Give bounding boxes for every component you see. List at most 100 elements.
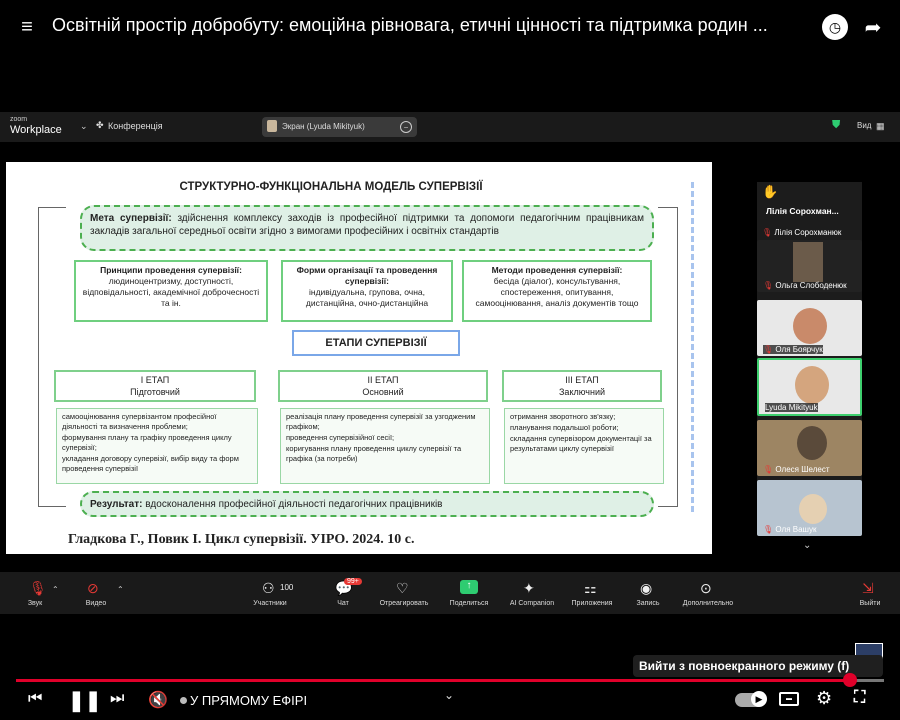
record-icon[interactable]: ◉ [640,580,652,597]
participants-button[interactable]: Участники [245,600,295,607]
principles-box: Принципи проведення супервізії: людиноце… [74,260,268,322]
participant-tile[interactable]: 🎙 Олеся Шелест [757,420,862,476]
result-box: Результат: вдосконалення професійної дія… [80,491,654,517]
participant-name: 🎙 Оля Боярчук [763,345,823,354]
share-screen-icon[interactable]: ↑ [460,580,478,594]
chat-button[interactable]: Чат [325,600,361,607]
citation: Гладкова Г., Повик І. Цикл супервізії. У… [68,532,415,547]
heart-icon[interactable]: ♡ [396,580,409,597]
participant-video [797,426,827,460]
chevron-up-icon[interactable]: ⌃ [117,585,124,594]
play-icon: ▶ [751,691,767,707]
leave-icon[interactable]: ⇲ [862,580,874,597]
result-text: вдосконалення професійної діяльності пед… [145,499,443,510]
mute-icon[interactable]: 🔇 [148,690,168,710]
participant-name: 🎙 Ольга Слободенюк [763,281,847,290]
muted-mic-icon: 🎙 [762,228,773,237]
react-button[interactable]: Отреагировать [372,600,436,607]
conference-icon: ✤ [96,120,104,130]
methods-title: Методи проведення супервізії: [491,265,623,275]
video-off-icon[interactable]: ⊘ [87,580,99,597]
list-item: реалізація плану проведення супервізії з… [286,412,476,431]
list-item: укладання договору супервізії, вибір вид… [62,454,239,473]
raised-hand-icon: ✋ [762,184,779,199]
participants-icon[interactable]: ⚇ [262,580,275,597]
progress-bar[interactable] [16,679,856,682]
more-button[interactable]: Дополнительно [676,600,740,607]
captions-icon[interactable]: ▬ [779,692,799,706]
live-dot [180,697,187,704]
forms-box: Форми організації та проведення супервіз… [281,260,453,322]
host-tile-name: Лілія Сорохман... [766,206,839,216]
view-label[interactable]: Вид [857,121,871,130]
playlist-menu-icon[interactable]: ≡ [14,14,40,40]
previous-icon[interactable]: ⏮ [28,690,42,708]
apps-button[interactable]: Приложения [566,600,618,607]
methods-box: Методи проведення супервізії: бесіда (ді… [462,260,652,322]
participant-tile-active[interactable]: Lyuda Mikityuk [757,358,862,416]
result-label: Результат: [90,499,143,510]
participant-tile[interactable]: 🎙 Оля Вашук [757,480,862,536]
participant-video [793,242,823,282]
stage2-list: реалізація плану проведення супервізії з… [280,408,490,484]
record-button[interactable]: Запись [630,600,666,607]
scroll-down-icon[interactable]: ⌄ [803,540,811,551]
presenter-avatar [267,120,277,132]
zoom-logo: Workplace [10,124,62,136]
stage3-list: отримання зворотного зв'язку; планування… [504,408,664,484]
muted-mic-icon: 🎙 [763,345,774,354]
muted-mic-icon: 🎙 [763,465,774,474]
muted-mic-icon: 🎙 [763,525,774,534]
list-item: формування плану та графіку проведення ц… [62,433,232,452]
chat-badge: 99+ [344,578,362,585]
participant-name: 🎙 Олеся Шелест [763,465,830,474]
conference-label[interactable]: Конференція [108,121,163,131]
participant-video [795,366,829,404]
more-icon[interactable]: ⊙ [700,580,712,597]
participants-count: 100 [280,583,294,592]
progress-scrubber[interactable] [843,673,857,687]
list-item: складання супервізором документації за р… [510,434,652,453]
participant-tile[interactable]: 🎙 Ольга Слободенюк [757,240,862,292]
audio-button[interactable]: Звук [20,600,50,607]
view-grid-icon[interactable]: ▦ [876,121,885,132]
slide-title: СТРУКТУРНО-ФУНКЦІОНАЛЬНА МОДЕЛЬ СУПЕРВІЗ… [179,181,483,193]
settings-gear-icon[interactable]: ⚙ [816,688,832,709]
apps-icon[interactable]: ⚏ [584,580,597,597]
live-label[interactable]: У ПРЯМОМУ ЕФІРІ [190,693,307,708]
principles-title: Принципи проведення супервізії: [100,265,242,275]
stage1-list: самооцінювання супервізантом професійної… [56,408,258,484]
stage3-header: ІІІ ЕТАП Заключний [502,370,662,402]
participant-name: 🎙 Лілія Сорохманюк [762,228,842,237]
participant-name: 🎙 Оля Вашук [763,525,817,534]
progress-remaining[interactable] [856,679,884,682]
ai-sparkle-icon[interactable]: ✦ [523,580,535,597]
participant-name: Lyuda Mikityuk [765,403,818,412]
ai-companion-button[interactable]: AI Companion [503,600,561,607]
goal-box: Мета супервізії: здійснення комплексу за… [80,205,654,251]
stage1-header: І ЕТАП Підготовчий [54,370,256,402]
mic-muted-icon[interactable]: 🎙 [29,580,47,597]
pause-icon[interactable]: ❚❚ [68,688,102,713]
video-button[interactable]: Видео [78,600,114,607]
chevron-down-icon[interactable]: ⌄ [80,121,88,132]
next-icon[interactable]: ⏭ [110,690,124,708]
watch-later-icon[interactable]: ◷ [822,14,848,40]
stage2-header: ІІ ЕТАП Основний [278,370,488,402]
chevron-up-icon[interactable]: ⌃ [52,585,59,594]
exit-fullscreen-icon[interactable]: ⛶ [854,689,865,707]
stages-box: ЕТАПИ СУПЕРВІЗІЇ [292,330,460,356]
share-icon[interactable]: ➦ [860,14,886,40]
participant-tile[interactable]: 🎙 Оля Боярчук [757,300,862,356]
list-item: проведення супервізійної сесії; [286,433,395,442]
zoom-toolbar [0,572,900,614]
shield-icon: ⛊ [832,119,841,131]
goal-text: здійснення комплексу заходів із професій… [90,213,644,237]
chevron-down-icon[interactable]: ⌄ [444,688,454,702]
leave-button[interactable]: Выйти [852,600,888,607]
participant-video [799,494,827,524]
minus-circle-icon[interactable]: − [400,121,412,133]
muted-mic-icon: 🎙 [763,281,774,290]
participant-video [793,308,827,344]
share-button[interactable]: Поделиться [444,600,494,607]
